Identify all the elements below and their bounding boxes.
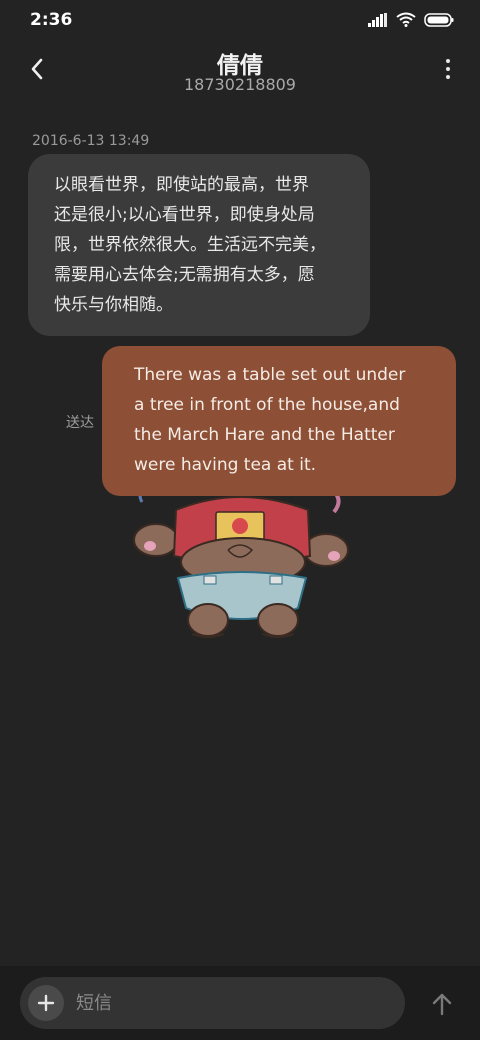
message-line: 限，世界依然很大。生活远不完美， [54, 235, 326, 255]
message-line: a tree in front of the house,and [134, 395, 400, 415]
message-line: 快乐与你相随。 [54, 295, 173, 315]
battery-icon [424, 12, 454, 27]
compose-bar [0, 966, 480, 1040]
status-bar: 2:36 [0, 0, 480, 40]
delivery-status: 送达 [66, 415, 94, 431]
message-line: 还是很小;以心看世界，即使身处局 [54, 205, 315, 225]
attach-button[interactable] [28, 985, 64, 1021]
contact-number: 18730218809 [184, 75, 296, 94]
send-arrow-icon [432, 993, 452, 1016]
message-line: were having tea at it. [134, 455, 317, 475]
message-timestamp: 2016-6-13 13:49 [32, 133, 150, 149]
signal-icon [368, 12, 387, 27]
wifi-icon [396, 12, 416, 27]
messaging-screen: 2:36 倩倩 18730218809 2016-6-13 13:49 以眼看世… [0, 0, 480, 1040]
plus-icon [37, 994, 55, 1012]
message-input[interactable] [76, 977, 376, 1029]
message-line: the March Hare and the Hatter [134, 425, 395, 445]
more-vertical-icon [446, 59, 450, 63]
status-icons [368, 12, 454, 27]
send-button[interactable] [426, 988, 458, 1020]
cartoon-bear-sticker[interactable] [128, 470, 358, 645]
more-options-button[interactable] [438, 54, 458, 84]
message-line: 以眼看世界，即使站的最高，世界 [54, 175, 309, 195]
conversation-header: 倩倩 18730218809 [0, 40, 480, 110]
status-time: 2:36 [30, 10, 73, 30]
outgoing-message-bubble[interactable]: There was a table set out under a tree i… [102, 346, 456, 496]
message-line: There was a table set out under [134, 365, 406, 385]
message-line: 需要用心去体会;无需拥有太多，愿 [54, 265, 315, 285]
incoming-message-bubble[interactable]: 以眼看世界，即使站的最高，世界 还是很小;以心看世界，即使身处局 限，世界依然很… [28, 154, 370, 336]
compose-input-container [20, 977, 405, 1029]
